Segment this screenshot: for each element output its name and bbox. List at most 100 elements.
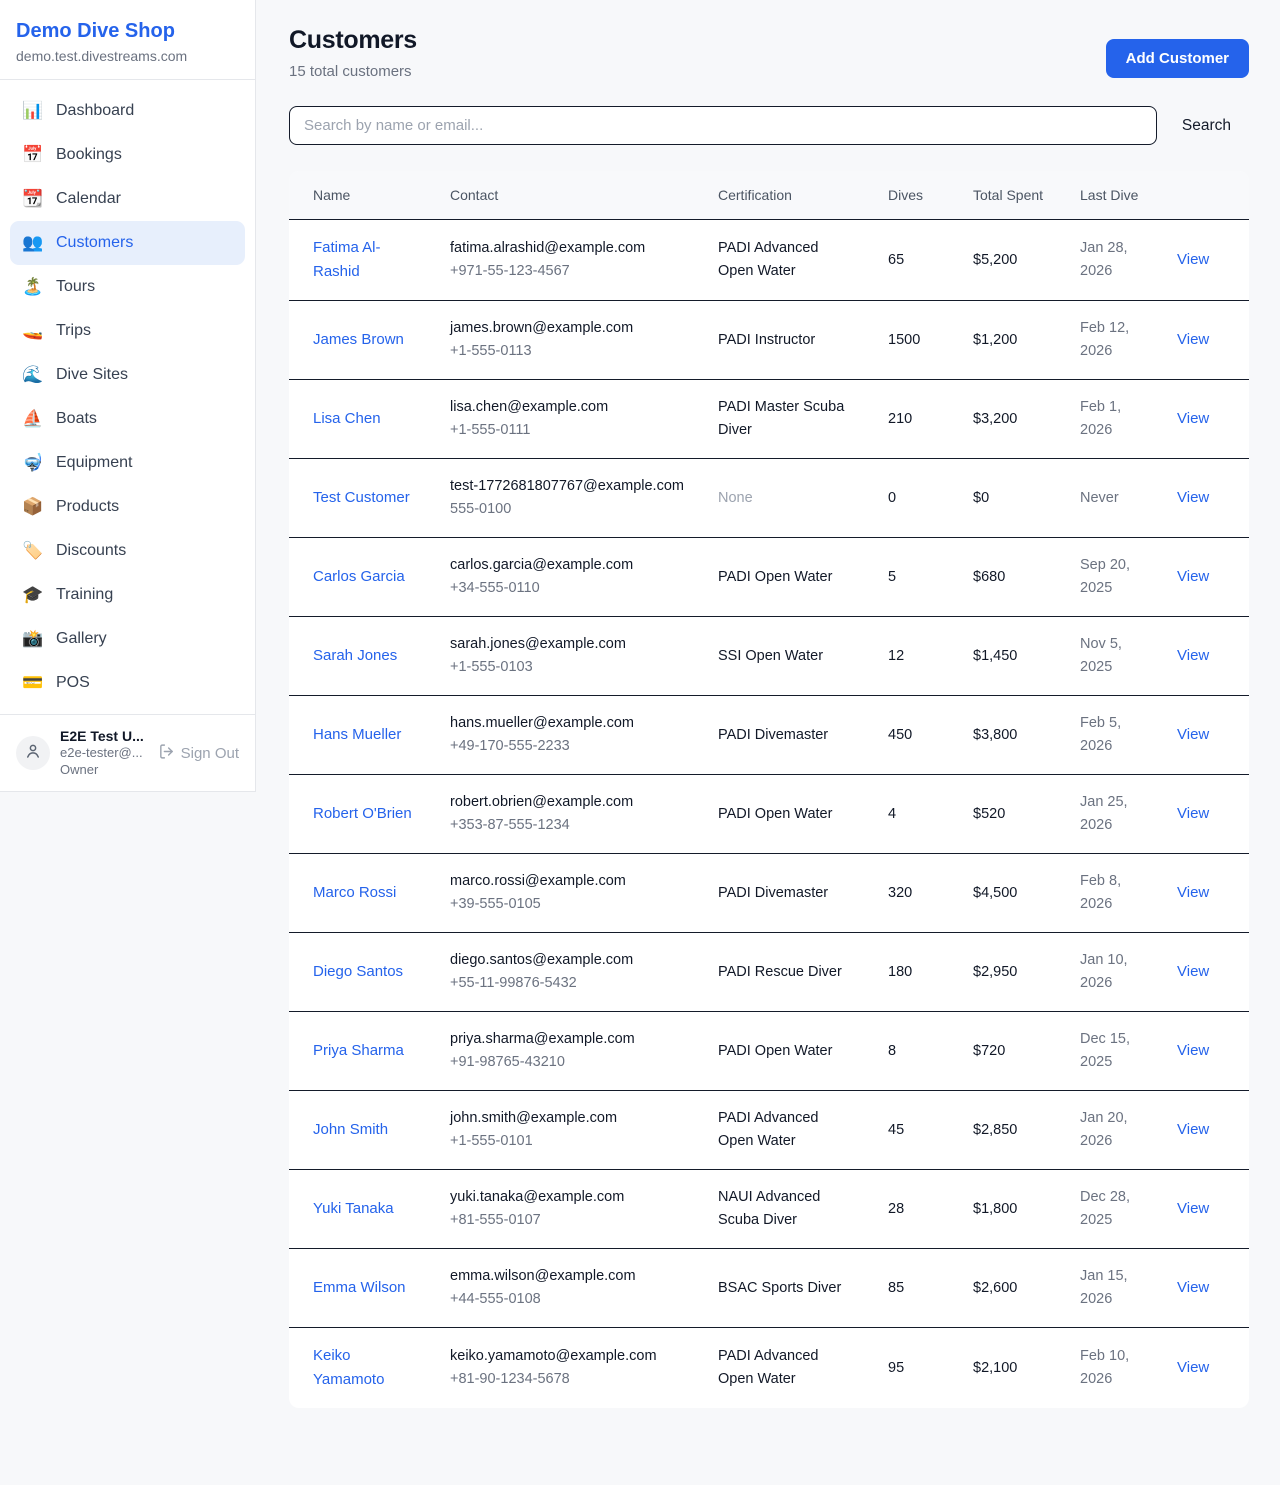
customer-last-dive: Sep 20, 2025 (1080, 557, 1130, 596)
view-customer-link[interactable]: View (1177, 1359, 1209, 1376)
customer-certification: PADI Open Water (718, 1043, 832, 1059)
training-gradcap-icon: 🎓 (22, 583, 44, 607)
sidebar-item-dive-sites[interactable]: 🌊 Dive Sites (10, 353, 245, 397)
view-customer-link[interactable]: View (1177, 251, 1209, 268)
customer-email: james.brown@example.com (450, 317, 686, 340)
customer-dives: 95 (888, 1360, 904, 1376)
table-row: Keiko Yamamoto keiko.yamamoto@example.co… (289, 1328, 1249, 1409)
tours-island-icon: 🏝️ (22, 275, 44, 299)
customer-total-spent: $1,450 (973, 648, 1017, 664)
sidebar-item-customers[interactable]: 👥 Customers (10, 221, 245, 265)
sidebar-nav: 📊 Dashboard 📅 Bookings 📆 Calendar 👥 Cust… (0, 80, 255, 714)
sidebar-item-products[interactable]: 📦 Products (10, 485, 245, 529)
search-input[interactable] (289, 106, 1157, 145)
customer-total-spent: $1,200 (973, 332, 1017, 348)
user-icon (24, 742, 42, 765)
customer-total-spent: $2,100 (973, 1360, 1017, 1376)
customer-certification: PADI Rescue Diver (718, 964, 842, 980)
customer-total-spent: $4,500 (973, 885, 1017, 901)
customer-last-dive: Jan 20, 2026 (1080, 1110, 1128, 1149)
customer-certification: PADI Advanced Open Water (718, 1110, 819, 1149)
customer-dives: 65 (888, 252, 904, 268)
customer-phone: +1-555-0113 (450, 340, 686, 363)
dive-sites-wave-icon: 🌊 (22, 363, 44, 387)
add-customer-button[interactable]: Add Customer (1106, 39, 1249, 78)
table-row: Priya Sharma priya.sharma@example.com +9… (289, 1012, 1249, 1091)
customer-certification: PADI Instructor (718, 332, 815, 348)
sidebar-item-equipment[interactable]: 🤿 Equipment (10, 441, 245, 485)
page-header: Customers 15 total customers Add Custome… (289, 26, 1249, 80)
table-row: Marco Rossi marco.rossi@example.com +39-… (289, 854, 1249, 933)
customer-dives: 8 (888, 1043, 896, 1059)
customer-name-link[interactable]: Yuki Tanaka (313, 1200, 394, 1217)
customer-name-link[interactable]: Marco Rossi (313, 884, 396, 901)
customer-email: keiko.yamamoto@example.com (450, 1345, 686, 1368)
sidebar-item-calendar[interactable]: 📆 Calendar (10, 177, 245, 221)
view-customer-link[interactable]: View (1177, 1121, 1209, 1138)
customer-phone: +44-555-0108 (450, 1288, 686, 1311)
sidebar-item-trips[interactable]: 🚤 Trips (10, 309, 245, 353)
sidebar-item-boats[interactable]: ⛵ Boats (10, 397, 245, 441)
customer-name-link[interactable]: Keiko Yamamoto (313, 1347, 384, 1388)
customer-phone: +81-90-1234-5678 (450, 1368, 686, 1391)
gallery-camera-icon: 📸 (22, 627, 44, 651)
customer-name-link[interactable]: Diego Santos (313, 963, 403, 980)
customer-name-link[interactable]: Fatima Al-Rashid (313, 239, 381, 280)
view-customer-link[interactable]: View (1177, 1200, 1209, 1217)
view-customer-link[interactable]: View (1177, 647, 1209, 664)
sidebar-item-gallery[interactable]: 📸 Gallery (10, 617, 245, 661)
view-customer-link[interactable]: View (1177, 963, 1209, 980)
customer-phone: +49-170-555-2233 (450, 735, 686, 758)
customer-name-link[interactable]: John Smith (313, 1121, 388, 1138)
view-customer-link[interactable]: View (1177, 805, 1209, 822)
sidebar-item-tours[interactable]: 🏝️ Tours (10, 265, 245, 309)
avatar (16, 736, 50, 770)
view-customer-link[interactable]: View (1177, 884, 1209, 901)
customer-name-link[interactable]: Sarah Jones (313, 647, 397, 664)
customer-name-link[interactable]: Carlos Garcia (313, 568, 405, 585)
equipment-mask-icon: 🤿 (22, 451, 44, 475)
view-customer-link[interactable]: View (1177, 410, 1209, 427)
view-customer-link[interactable]: View (1177, 489, 1209, 506)
customer-last-dive: Jan 10, 2026 (1080, 952, 1128, 991)
customer-total-spent: $520 (973, 806, 1005, 822)
customer-dives: 85 (888, 1280, 904, 1296)
view-customer-link[interactable]: View (1177, 1042, 1209, 1059)
view-customer-link[interactable]: View (1177, 1279, 1209, 1296)
sidebar-item-discounts[interactable]: 🏷️ Discounts (10, 529, 245, 573)
customer-dives: 1500 (888, 332, 920, 348)
customer-email: robert.obrien@example.com (450, 791, 686, 814)
sign-out-label: Sign Out (181, 745, 239, 762)
view-customer-link[interactable]: View (1177, 726, 1209, 743)
customer-name-link[interactable]: Hans Mueller (313, 726, 401, 743)
sidebar-item-training[interactable]: 🎓 Training (10, 573, 245, 617)
sidebar-item-bookings[interactable]: 📅 Bookings (10, 133, 245, 177)
customer-name-link[interactable]: Emma Wilson (313, 1279, 406, 1296)
search-button[interactable]: Search (1182, 117, 1231, 135)
customer-dives: 210 (888, 411, 912, 427)
customer-email: diego.santos@example.com (450, 949, 686, 972)
customer-last-dive: Feb 1, 2026 (1080, 399, 1121, 438)
customer-name-link[interactable]: Priya Sharma (313, 1042, 404, 1059)
customer-dives: 0 (888, 490, 896, 506)
customer-name-link[interactable]: James Brown (313, 331, 404, 348)
trips-speedboat-icon: 🚤 (22, 319, 44, 343)
table-row: James Brown james.brown@example.com +1-5… (289, 301, 1249, 380)
sidebar-item-pos[interactable]: 💳 POS (10, 661, 245, 705)
customers-table-card: Name Contact Certification Dives Total S… (289, 171, 1249, 1408)
view-customer-link[interactable]: View (1177, 568, 1209, 585)
customer-last-dive: Dec 28, 2025 (1080, 1189, 1130, 1228)
customer-name-link[interactable]: Robert O'Brien (313, 805, 412, 822)
customers-table: Name Contact Certification Dives Total S… (289, 171, 1249, 1408)
sign-out-button[interactable]: Sign Out (158, 743, 239, 764)
user-role: Owner (60, 761, 148, 778)
customer-name-link[interactable]: Lisa Chen (313, 410, 381, 427)
sidebar-item-dashboard[interactable]: 📊 Dashboard (10, 89, 245, 133)
view-customer-link[interactable]: View (1177, 331, 1209, 348)
sidebar-item-label: Equipment (56, 451, 133, 475)
customer-last-dive: Never (1080, 490, 1119, 506)
shop-domain: demo.test.divestreams.com (16, 48, 239, 64)
customer-email: sarah.jones@example.com (450, 633, 686, 656)
customer-name-link[interactable]: Test Customer (313, 489, 410, 506)
products-package-icon: 📦 (22, 495, 44, 519)
